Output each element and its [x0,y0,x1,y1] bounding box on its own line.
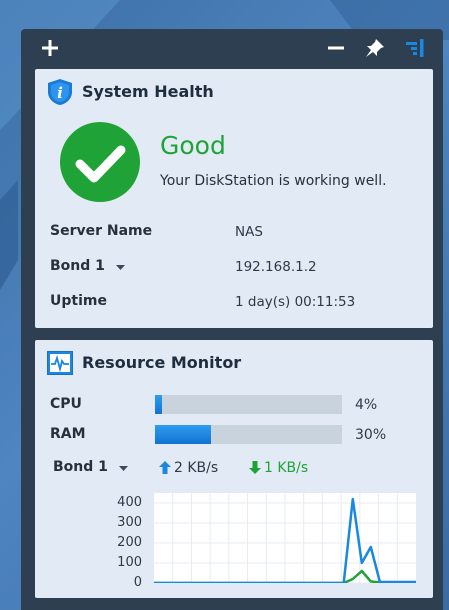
system-health-widget: i System Health Good Your DiskStation is… [35,69,433,328]
widget-toolbar [21,29,443,67]
bond-dropdown[interactable]: Bond 1 [50,258,140,278]
resource-monitor-title: Resource Monitor [82,353,242,372]
chart-y-tick-label: 400 [117,495,142,510]
health-message: Your DiskStation is working well. [160,173,387,189]
uptime-value: 1 day(s) 00:11:53 [235,294,356,310]
ram-label: RAM [50,426,86,442]
uptime-label: Uptime [50,293,107,309]
download-arrow-icon [249,461,261,474]
ram-usage-bar [155,425,342,444]
network-bond-label: Bond 1 [53,459,108,475]
cpu-label: CPU [50,396,82,412]
sidebar-toggle-icon[interactable] [405,38,425,58]
ram-percent: 30% [355,427,387,443]
info-shield-icon: i [48,79,72,105]
network-chart: 400 300 200 100 0 [35,490,433,595]
cpu-usage-fill [155,395,163,414]
pin-icon[interactable] [365,38,385,58]
cpu-usage-bar [155,395,342,414]
chart-y-tick-label: 0 [133,575,142,590]
system-health-title: System Health [82,82,214,101]
ram-usage-fill [155,425,212,444]
bond-label: Bond 1 [50,258,105,274]
upload-arrow-icon [159,461,171,474]
cpu-percent: 4% [355,397,378,413]
network-bond-dropdown[interactable]: Bond 1 [53,459,133,479]
server-name-value: NAS [235,224,263,240]
chart-y-axis: 400 300 200 100 0 [82,490,142,595]
server-name-label: Server Name [50,223,153,239]
resource-monitor-widget: Resource Monitor CPU 4% RAM 30% Bond 1 2… [35,340,433,598]
chevron-down-icon [116,265,125,270]
minus-icon[interactable] [326,38,346,58]
widget-panel: i System Health Good Your DiskStation is… [21,29,443,610]
upload-speed: 2 KB/s [174,460,219,476]
bond-ip-value: 192.168.1.2 [235,259,317,275]
download-speed: 1 KB/s [264,460,309,476]
plus-icon[interactable] [40,38,60,58]
chart-y-tick-label: 200 [117,535,142,550]
check-circle-icon [60,122,140,202]
chart-y-tick-label: 300 [117,515,142,530]
activity-monitor-icon [47,351,73,375]
svg-text:i: i [57,84,63,102]
chart-y-tick-label: 100 [117,555,142,570]
chart-plot-area [154,493,416,583]
health-status: Good [160,131,226,160]
chevron-down-icon [119,466,128,471]
